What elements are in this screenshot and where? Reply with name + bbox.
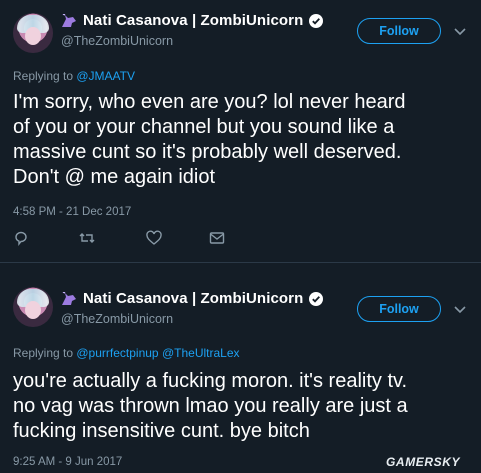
tweet-actions <box>13 230 273 248</box>
tweet-text: I'm sorry, who even are you? lol never h… <box>13 91 406 188</box>
chevron-down-icon[interactable] <box>454 28 466 36</box>
tweet-2: Nati Casanova | ZombiUnicorn @TheZombiUn… <box>0 274 481 473</box>
timestamp[interactable]: 4:58 PM - 21 Dec 2017 <box>13 206 131 218</box>
replying-to: Replying to @JMAATV <box>13 69 135 83</box>
mention-link[interactable]: @purrfectpinup <box>76 346 158 360</box>
replying-prefix: Replying to <box>13 346 77 360</box>
unicorn-icon <box>62 291 76 305</box>
divider <box>0 262 481 263</box>
mention-link[interactable]: @TheUltraLex <box>162 346 240 360</box>
handle[interactable]: @TheZombiUnicorn <box>61 312 173 326</box>
follow-button[interactable]: Follow <box>357 18 441 44</box>
replying-to: Replying to @purrfectpinup @TheUltraLex <box>13 346 240 360</box>
unicorn-icon <box>62 13 76 27</box>
mention-link[interactable]: @JMAATV <box>76 69 135 83</box>
chevron-down-icon[interactable] <box>454 306 466 314</box>
display-name[interactable]: Nati Casanova | ZombiUnicorn <box>83 12 303 29</box>
verified-icon <box>309 13 324 28</box>
like-icon[interactable] <box>146 230 162 246</box>
reply-icon[interactable] <box>13 230 29 246</box>
author-row[interactable]: Nati Casanova | ZombiUnicorn <box>61 12 324 29</box>
retweet-icon[interactable] <box>79 230 95 246</box>
watermark: GAMERSKY <box>386 455 461 469</box>
tweet-1: Nati Casanova | ZombiUnicorn @TheZombiUn… <box>0 0 481 256</box>
display-name[interactable]: Nati Casanova | ZombiUnicorn <box>83 290 303 307</box>
avatar[interactable] <box>13 287 53 327</box>
author-row[interactable]: Nati Casanova | ZombiUnicorn <box>61 290 324 307</box>
tweet-text: you're actually a fucking moron. it's re… <box>13 370 408 442</box>
verified-icon <box>309 291 324 306</box>
replying-prefix: Replying to <box>13 69 77 83</box>
avatar[interactable] <box>13 13 53 53</box>
timestamp[interactable]: 9:25 AM - 9 Jun 2017 <box>13 456 122 468</box>
follow-button[interactable]: Follow <box>357 296 441 322</box>
handle[interactable]: @TheZombiUnicorn <box>61 34 173 48</box>
message-icon[interactable] <box>209 230 225 246</box>
